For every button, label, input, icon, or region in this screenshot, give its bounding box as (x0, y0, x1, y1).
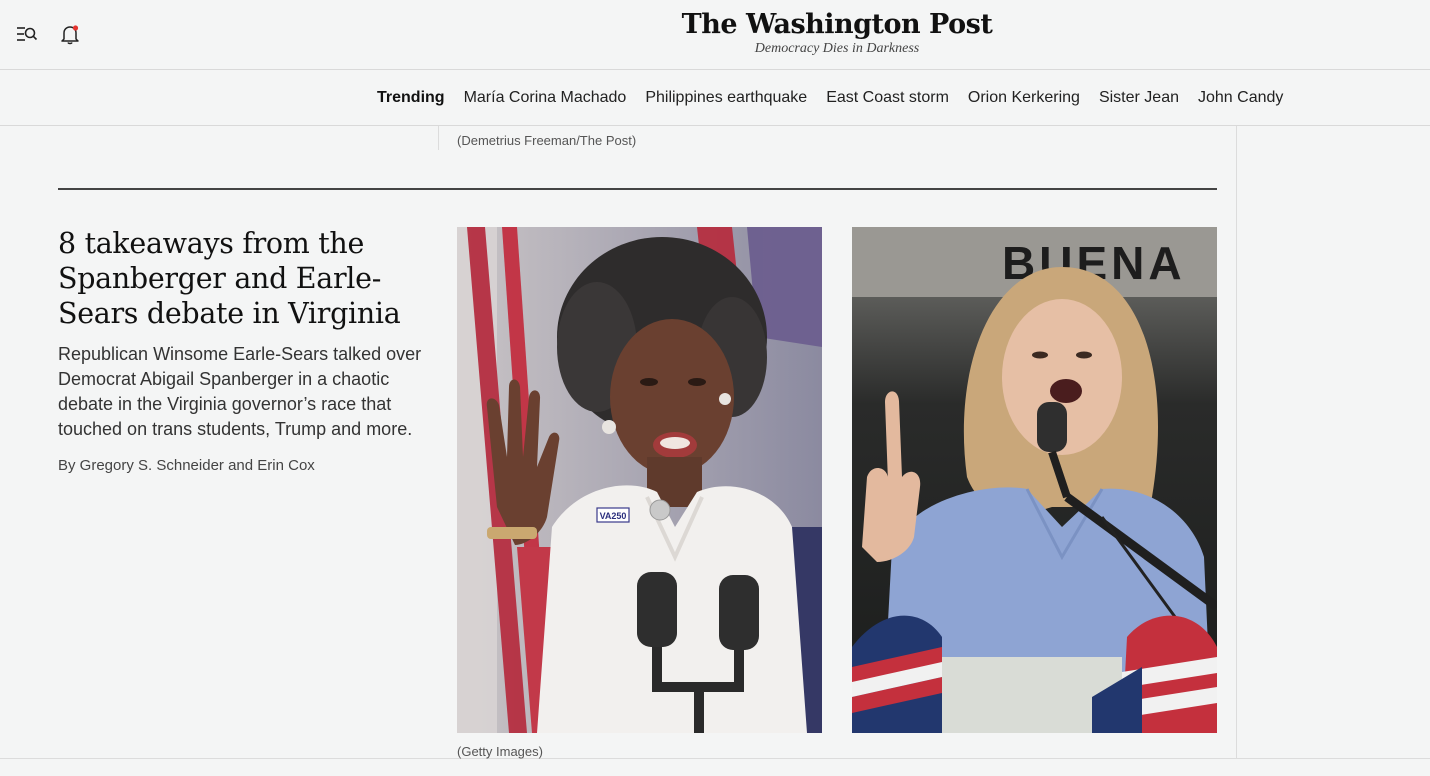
site-logo[interactable]: The Washington Post (680, 8, 994, 42)
story-summary: Republican Winsome Earle-Sears talked ov… (58, 344, 422, 439)
masthead[interactable]: The Washington Post Democracy Dies in Da… (680, 8, 994, 56)
site-tagline: Democracy Dies in Darkness (754, 41, 920, 56)
story-photo-spanberger[interactable]: BUENA (852, 227, 1217, 733)
site-header: The Washington Post Democracy Dies in Da… (0, 0, 1430, 70)
story-byline: By Gregory S. Schneider and Erin Cox (58, 457, 315, 474)
trending-link-machado[interactable]: María Corina Machado (464, 88, 627, 108)
trending-link-east-coast-storm[interactable]: East Coast storm (826, 88, 949, 108)
trending-nav: Trending María Corina Machado Philippine… (0, 70, 1430, 126)
story-photo-earle-sears[interactable]: VA250 (457, 227, 822, 733)
trending-link-sister-jean[interactable]: Sister Jean (1099, 88, 1179, 108)
section-rule (58, 188, 1217, 190)
top-photo-caption: (Demetrius Freeman/The Post) (457, 133, 637, 148)
menu-search-icon[interactable] (14, 22, 40, 46)
right-rail-divider (1236, 126, 1237, 758)
bell-icon[interactable] (58, 22, 82, 46)
va250-pin: VA250 (600, 511, 627, 521)
trending-link-philippines-earthquake[interactable]: Philippines earthquake (645, 88, 807, 108)
bottom-divider (0, 758, 1430, 759)
trending-link-john-candy[interactable]: John Candy (1198, 88, 1283, 108)
caption-divider (438, 126, 439, 150)
story-photo-caption: (Getty Images) (457, 744, 543, 759)
trending-label: Trending (377, 89, 445, 106)
story-headline[interactable]: 8 takeaways from the Spanberger and Earl… (58, 226, 443, 331)
trending-link-orion-kerkering[interactable]: Orion Kerkering (968, 88, 1080, 108)
